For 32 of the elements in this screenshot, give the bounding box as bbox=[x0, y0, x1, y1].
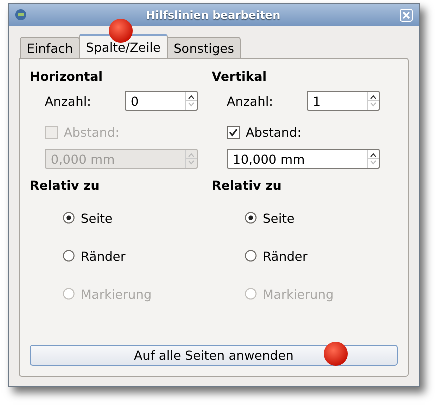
radio-button[interactable] bbox=[63, 250, 75, 262]
radio-label: Markierung bbox=[81, 286, 152, 302]
radio-button[interactable] bbox=[245, 250, 257, 262]
spin-field[interactable]: 1 bbox=[307, 91, 380, 111]
radio-label: Seite bbox=[263, 210, 295, 226]
radio-label: Seite bbox=[81, 210, 113, 226]
spin-field[interactable]: 10,000 mm bbox=[227, 149, 380, 169]
apply-button[interactable]: Auf alle Seiten anwenden bbox=[30, 345, 398, 366]
section-heading: Vertikal bbox=[212, 69, 268, 84]
radio-button[interactable] bbox=[63, 212, 75, 224]
radio-label: Markierung bbox=[263, 286, 334, 302]
spin-field[interactable]: 0 bbox=[125, 91, 198, 111]
marker-dot-icon bbox=[108, 18, 134, 44]
checkbox-label: Abstand: bbox=[246, 124, 302, 140]
radio-label: Ränder bbox=[263, 248, 308, 264]
checkbox-label: Abstand: bbox=[64, 124, 120, 140]
section-heading: Horizontal bbox=[30, 69, 104, 84]
spin-arrows-icon[interactable] bbox=[185, 92, 197, 110]
section-heading: Relativ zu bbox=[30, 178, 101, 193]
field-label: Anzahl: bbox=[45, 94, 92, 108]
spin-arrows-icon[interactable] bbox=[367, 150, 379, 168]
marker-dot-icon bbox=[323, 341, 349, 367]
field-label: Anzahl: bbox=[227, 94, 274, 108]
section-heading: Relativ zu bbox=[212, 178, 283, 193]
checkbox[interactable] bbox=[227, 126, 240, 138]
window-title: Hilfslinien bearbeiten bbox=[145, 8, 282, 22]
radio-label: Ränder bbox=[81, 248, 126, 264]
tab[interactable]: Sonstiges bbox=[166, 37, 242, 59]
spin-arrows-icon[interactable] bbox=[367, 92, 379, 110]
tab[interactable]: Einfach bbox=[20, 37, 80, 59]
app-icon bbox=[15, 9, 27, 21]
radio-button[interactable] bbox=[245, 212, 257, 224]
